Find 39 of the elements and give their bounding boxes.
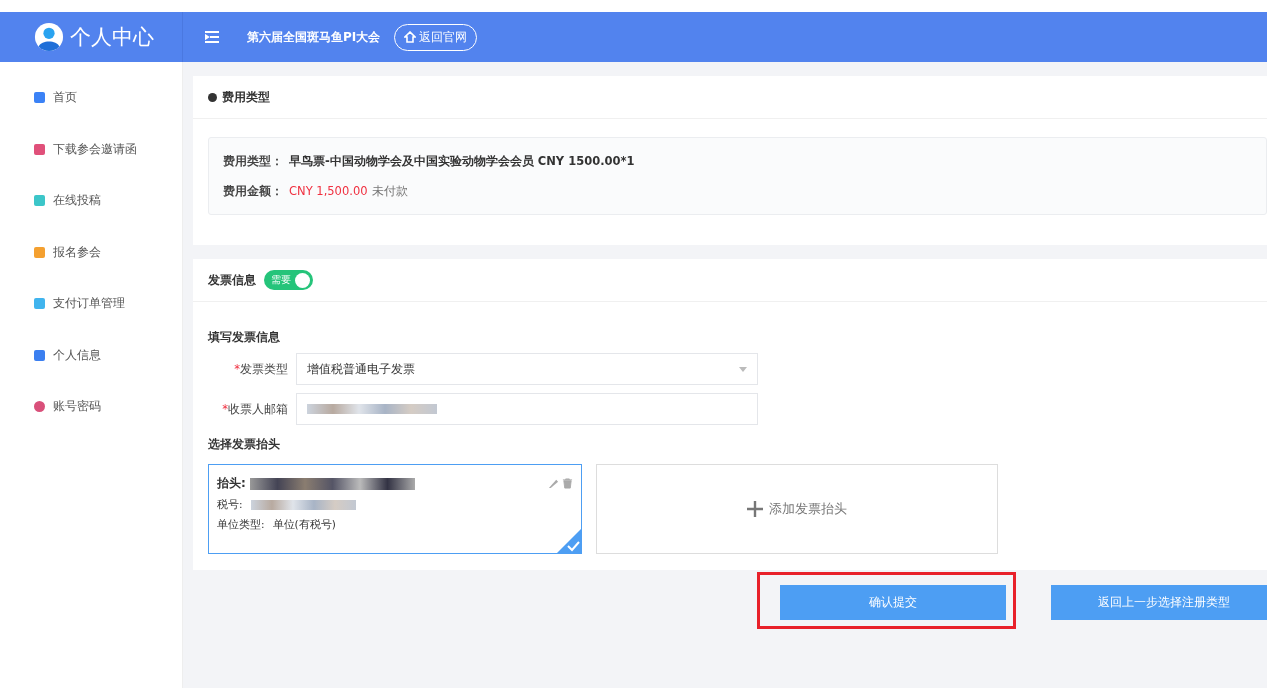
sidebar-item[interactable]: 首页 [0, 72, 182, 124]
sidebar-item[interactable]: 下载参会邀请函 [0, 123, 182, 175]
delete-icon[interactable] [562, 478, 573, 489]
conference-title: 第六届全国斑马鱼PI大会 [247, 28, 381, 46]
field-label: *收票人邮箱 [221, 401, 288, 417]
sidebar-item[interactable]: 报名参会 [0, 226, 182, 278]
sidebar-item[interactable]: 在线投稿 [0, 175, 182, 227]
fee-label: 费用金额： [223, 183, 283, 199]
email-input[interactable] [296, 393, 758, 425]
unit-type-label: 单位类型: [217, 518, 265, 532]
fee-label: 费用类型： [223, 153, 283, 169]
invoice-header-card[interactable]: 抬头: 税号: 单位类型: 单位(有税号) [208, 464, 582, 554]
section-title: 费用类型 [222, 88, 270, 106]
edit-icon[interactable] [548, 478, 559, 489]
menu-icon[interactable] [205, 31, 219, 43]
tax-label: 税号: [217, 498, 243, 512]
form-title: 填写发票信息 [208, 330, 281, 345]
check-corner-icon [557, 529, 581, 553]
add-invoice-header-button[interactable]: 添加发票抬头 [596, 464, 998, 554]
payment-status: 未付款 [371, 183, 408, 199]
unit-type-value: 单位(有税号) [272, 518, 336, 532]
plus-icon [747, 501, 763, 517]
home-icon [404, 31, 417, 43]
field-label: *发票类型 [233, 361, 288, 377]
avatar-icon [34, 22, 64, 52]
sidebar-item[interactable]: 个人信息 [0, 329, 182, 381]
invoice-type-select[interactable]: 增值税普通电子发票 [296, 353, 758, 385]
required-mark: * [234, 361, 240, 376]
form-title: 选择发票抬头 [208, 437, 281, 452]
section-title: 发票信息 [208, 271, 256, 289]
app-title: 个人中心 [70, 24, 154, 51]
info-icon [208, 92, 217, 102]
fee-type-value: 早鸟票-中国动物学会及中国实验动物学会会员 CNY 1500.00*1 [289, 153, 635, 169]
required-mark: * [222, 401, 228, 416]
sidebar-item[interactable]: 账号密码 [0, 381, 182, 433]
header-label: 抬头: [217, 475, 246, 492]
fee-amount: CNY 1,500.00 [289, 184, 368, 198]
caret-icon [739, 366, 747, 372]
sidebar-item[interactable]: 支付订单管理 [0, 278, 182, 330]
